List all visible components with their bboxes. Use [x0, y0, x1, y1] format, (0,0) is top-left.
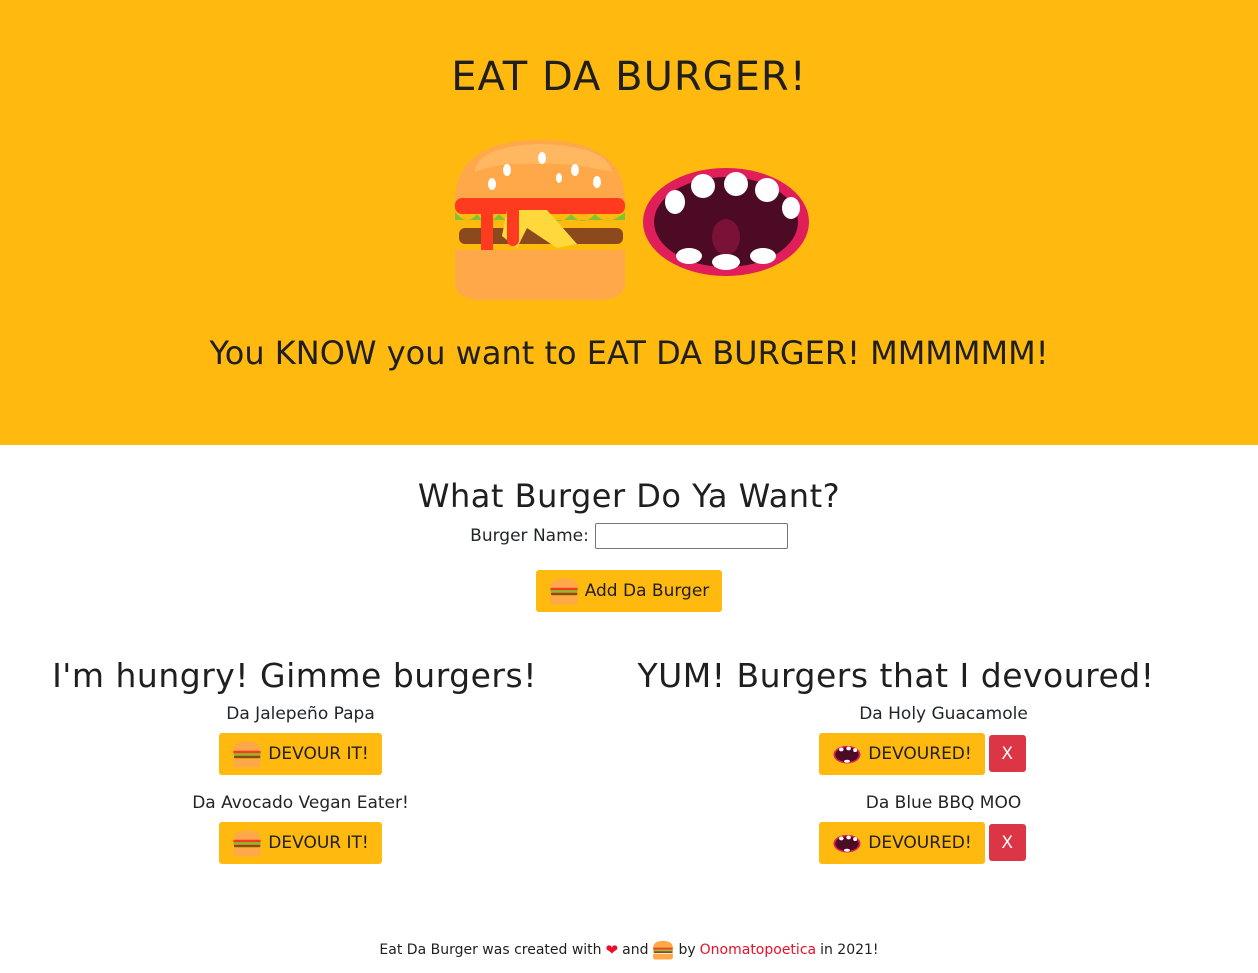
- delete-button[interactable]: X: [988, 735, 1026, 772]
- devoured-button[interactable]: DEVOURED!: [819, 733, 985, 775]
- author-link[interactable]: Onomatopoetica: [700, 942, 816, 958]
- devoured-label: DEVOURED!: [868, 833, 972, 853]
- list-item: Da Jalepeño Papa DEVOUR IT!: [0, 704, 629, 775]
- burger-actions: DEVOUR IT!: [0, 822, 629, 864]
- devour-label: DEVOUR IT!: [268, 744, 369, 764]
- footer-text: by: [678, 942, 696, 958]
- burger-actions: DEVOURED! X: [587, 733, 1258, 775]
- mouth-icon: [643, 168, 809, 276]
- form-heading: What Burger Do Ya Want?: [417, 477, 841, 515]
- hero-banner: EAT DA BURGER! You KNOW you want to EAT …: [0, 0, 1258, 445]
- burger-name-input[interactable]: [594, 523, 788, 549]
- mouth-icon: [833, 745, 861, 764]
- heart-icon: ❤: [605, 941, 619, 959]
- devoured-button[interactable]: DEVOURED!: [819, 822, 985, 864]
- devour-button[interactable]: DEVOUR IT!: [219, 822, 382, 864]
- devoured-heading: YUM! Burgers that I devoured!: [637, 656, 1155, 695]
- burger-actions: DEVOURED! X: [587, 822, 1258, 864]
- list-item: Da Holy Guacamole DEVOURED! X: [629, 704, 1258, 775]
- burger-form: What Burger Do Ya Want? Burger Name: Add…: [0, 445, 1258, 612]
- add-burger-button[interactable]: Add Da Burger: [535, 570, 723, 612]
- list-item: Da Avocado Vegan Eater! DEVOUR IT!: [0, 793, 629, 864]
- devoured-label: DEVOURED!: [868, 744, 972, 764]
- footer: Eat Da Burger was created with ❤ and by …: [0, 940, 1258, 960]
- mouth-icon: [833, 834, 861, 853]
- burger-name-label: Burger Name:: [470, 526, 589, 546]
- devoured-list: Da Holy Guacamole DEVOURED! X Da Blue BB…: [629, 704, 1258, 864]
- burger-icon: [549, 578, 578, 605]
- burger-columns: I'm hungry! Gimme burgers! Da Jalepeño P…: [0, 656, 1258, 882]
- burger-icon: [233, 741, 261, 768]
- footer-text: and: [622, 942, 649, 958]
- burger-name: Da Blue BBQ MOO: [865, 793, 1022, 813]
- devour-button[interactable]: DEVOUR IT!: [219, 733, 382, 775]
- uneaten-list: Da Jalepeño Papa DEVOUR IT! Da Avocado V…: [0, 704, 629, 864]
- burger-name: Da Jalepeño Papa: [226, 704, 375, 724]
- footer-text: in 2021!: [820, 942, 879, 958]
- devoured-column: YUM! Burgers that I devoured! Da Holy Gu…: [629, 656, 1258, 882]
- footer-text: Eat Da Burger was created with: [379, 942, 602, 958]
- burger-name: Da Holy Guacamole: [859, 704, 1028, 724]
- hero-icons: [0, 132, 1258, 304]
- devour-label: DEVOUR IT!: [268, 833, 369, 853]
- tagline: You KNOW you want to EAT DA BURGER! MMMM…: [209, 334, 1049, 372]
- burger-name: Da Avocado Vegan Eater!: [192, 793, 409, 813]
- burger-name-row: Burger Name:: [0, 523, 1258, 549]
- burger-icon: [455, 140, 625, 300]
- page-title: EAT DA BURGER!: [451, 54, 807, 100]
- burger-icon: [653, 940, 674, 960]
- burger-actions: DEVOUR IT!: [0, 733, 629, 775]
- add-burger-label: Add Da Burger: [584, 581, 710, 601]
- delete-button[interactable]: X: [988, 824, 1026, 861]
- burger-icon: [233, 830, 261, 857]
- list-item: Da Blue BBQ MOO DEVOURED! X: [629, 793, 1258, 864]
